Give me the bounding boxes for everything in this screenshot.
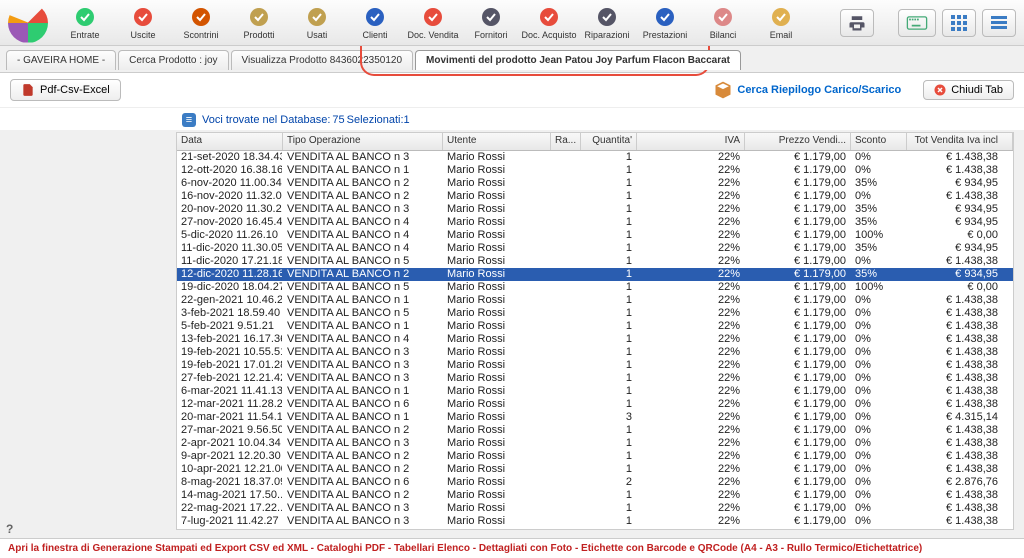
chiudi-tab-button[interactable]: Chiudi Tab <box>923 80 1014 100</box>
tab-0[interactable]: - GAVEIRA HOME - <box>6 50 116 70</box>
col-header[interactable]: Data <box>177 133 283 150</box>
table-row[interactable]: 3-feb-2021 18.59.40VENDITA AL BANCO n 5M… <box>177 307 1013 320</box>
help-icon[interactable]: ? <box>6 522 13 536</box>
docacquisto-icon <box>537 5 561 29</box>
table-row[interactable]: 16-nov-2020 11.32.07VENDITA AL BANCO n 2… <box>177 190 1013 203</box>
riepilogo-link[interactable]: Cerca Riepilogo Carico/Scarico <box>713 80 901 100</box>
toolbar-scontrini-button[interactable]: Scontrini <box>173 2 229 44</box>
col-header[interactable]: Tipo Operazione <box>283 133 443 150</box>
table-row[interactable]: 14-mag-2021 17.50....VENDITA AL BANCO n … <box>177 489 1013 502</box>
list-button[interactable] <box>982 9 1016 37</box>
table-row[interactable]: 9-apr-2021 12.20.30VENDITA AL BANCO n 2M… <box>177 450 1013 463</box>
grid-header: DataTipo OperazioneUtenteRa...Quantita'I… <box>177 133 1013 151</box>
table-row[interactable]: 27-feb-2021 12.21.42VENDITA AL BANCO n 3… <box>177 372 1013 385</box>
col-header[interactable]: Prezzo Vendi... <box>745 133 851 150</box>
table-row[interactable]: 12-ott-2020 16.38.16VENDITA AL BANCO n 1… <box>177 164 1013 177</box>
info-icon: ≡ <box>182 113 196 127</box>
bilanci-icon <box>711 5 735 29</box>
footer-link[interactable]: Apri la finestra di Generazione Stampati… <box>8 543 922 554</box>
toolbar-docvendita-button[interactable]: Doc. Vendita <box>405 2 461 44</box>
pdf-icon <box>21 83 35 97</box>
data-grid: DataTipo OperazioneUtenteRa...Quantita'I… <box>176 132 1014 530</box>
table-row[interactable]: 27-mar-2021 9.56.50VENDITA AL BANCO n 2M… <box>177 424 1013 437</box>
table-row[interactable]: 13-feb-2021 16.17.36VENDITA AL BANCO n 4… <box>177 333 1013 346</box>
table-row[interactable]: 19-dic-2020 18.04.27VENDITA AL BANCO n 5… <box>177 281 1013 294</box>
usati-icon <box>305 5 329 29</box>
toolbar-riparazioni-button[interactable]: Riparazioni <box>579 2 635 44</box>
table-row[interactable]: 20-mar-2021 11.54.13VENDITA AL BANCO n 1… <box>177 411 1013 424</box>
app-logo-icon <box>8 3 48 43</box>
col-header[interactable]: Quantita' <box>581 133 637 150</box>
toolbar-usati-button[interactable]: Usati <box>289 2 345 44</box>
table-row[interactable]: 20-nov-2020 11.30.24VENDITA AL BANCO n 3… <box>177 203 1013 216</box>
clienti-icon <box>363 5 387 29</box>
table-row[interactable]: 5-dic-2020 11.26.10VENDITA AL BANCO n 4M… <box>177 229 1013 242</box>
toolbar-bilanci-button[interactable]: Bilanci <box>695 2 751 44</box>
table-row[interactable]: 8-mag-2021 18.37.09VENDITA AL BANCO n 6M… <box>177 476 1013 489</box>
email-icon <box>769 5 793 29</box>
prestazioni-icon <box>653 5 677 29</box>
table-row[interactable]: 19-feb-2021 10.55.51VENDITA AL BANCO n 3… <box>177 346 1013 359</box>
tab-2[interactable]: Visualizza Prodotto 8436022350120 <box>231 50 414 70</box>
fornitori-icon <box>479 5 503 29</box>
table-row[interactable]: 22-mag-2021 17.22....VENDITA AL BANCO n … <box>177 502 1013 515</box>
table-row[interactable]: 12-mar-2021 11.28.20VENDITA AL BANCO n 6… <box>177 398 1013 411</box>
table-row[interactable]: 2-apr-2021 10.04.34VENDITA AL BANCO n 3M… <box>177 437 1013 450</box>
toolbar-docacquisto-button[interactable]: Doc. Acquisto <box>521 2 577 44</box>
print-button[interactable] <box>840 9 874 37</box>
footer-bar: Apri la finestra di Generazione Stampati… <box>0 538 1024 558</box>
toolbar-prodotti-button[interactable]: Prodotti <box>231 2 287 44</box>
toolbar-uscite-button[interactable]: Uscite <box>115 2 171 44</box>
table-row[interactable]: 27-nov-2020 16.45.41VENDITA AL BANCO n 4… <box>177 216 1013 229</box>
table-row[interactable]: 17-lug-2021 12.24.03VENDITA AL BANCO n 3… <box>177 528 1013 529</box>
results-info-bar: ≡ Voci trovate nel Database: 75 Selezion… <box>0 108 1024 130</box>
entrate-icon <box>73 5 97 29</box>
table-row[interactable]: 6-nov-2020 11.00.34VENDITA AL BANCO n 2M… <box>177 177 1013 190</box>
docvendita-icon <box>421 5 445 29</box>
table-row[interactable]: 19-feb-2021 17.01.28VENDITA AL BANCO n 3… <box>177 359 1013 372</box>
table-row[interactable]: 6-mar-2021 11.41.13VENDITA AL BANCO n 1M… <box>177 385 1013 398</box>
tab-1[interactable]: Cerca Prodotto : joy <box>118 50 228 70</box>
toolbar-clienti-button[interactable]: Clienti <box>347 2 403 44</box>
table-row[interactable]: 11-dic-2020 11.30.05VENDITA AL BANCO n 4… <box>177 242 1013 255</box>
col-header[interactable]: Ra... <box>551 133 581 150</box>
table-row[interactable]: 21-set-2020 18.34.43VENDITA AL BANCO n 3… <box>177 151 1013 164</box>
col-header[interactable]: Sconto <box>851 133 907 150</box>
toolbar-entrate-button[interactable]: Entrate <box>57 2 113 44</box>
main-toolbar: EntrateUsciteScontriniProdottiUsatiClien… <box>0 0 1024 46</box>
action-bar: Pdf-Csv-Excel Cerca Riepilogo Carico/Sca… <box>0 72 1024 108</box>
export-pdf-csv-excel-button[interactable]: Pdf-Csv-Excel <box>10 79 121 101</box>
keyboard-button[interactable] <box>898 9 936 37</box>
toolbar-fornitori-button[interactable]: Fornitori <box>463 2 519 44</box>
close-icon <box>934 84 946 96</box>
export-label: Pdf-Csv-Excel <box>40 84 110 96</box>
tab-3[interactable]: Movimenti del prodotto Jean Patou Joy Pa… <box>415 50 741 70</box>
table-row[interactable]: 11-dic-2020 17.21.18VENDITA AL BANCO n 5… <box>177 255 1013 268</box>
table-row[interactable]: 10-apr-2021 12.21.00VENDITA AL BANCO n 2… <box>177 463 1013 476</box>
table-row[interactable]: 12-dic-2020 11.28.16VENDITA AL BANCO n 2… <box>177 268 1013 281</box>
riparazioni-icon <box>595 5 619 29</box>
uscite-icon <box>131 5 155 29</box>
col-header[interactable]: IVA <box>637 133 745 150</box>
table-row[interactable]: 7-lug-2021 11.42.27VENDITA AL BANCO n 3M… <box>177 515 1013 528</box>
tabs-bar: - GAVEIRA HOME -Cerca Prodotto : joyVisu… <box>0 46 1024 72</box>
grid-body[interactable]: 21-set-2020 18.34.43VENDITA AL BANCO n 3… <box>177 151 1013 529</box>
scontrini-icon <box>189 5 213 29</box>
toolbar-email-button[interactable]: Email <box>753 2 809 44</box>
toolbar-prestazioni-button[interactable]: Prestazioni <box>637 2 693 44</box>
prodotti-icon <box>247 5 271 29</box>
col-header[interactable]: Utente <box>443 133 551 150</box>
col-header[interactable]: Tot Vendita Iva incl <box>907 133 1013 150</box>
box-icon <box>713 80 733 100</box>
grid-button[interactable] <box>942 9 976 37</box>
table-row[interactable]: 5-feb-2021 9.51.21VENDITA AL BANCO n 1Ma… <box>177 320 1013 333</box>
table-row[interactable]: 22-gen-2021 10.46.22VENDITA AL BANCO n 1… <box>177 294 1013 307</box>
